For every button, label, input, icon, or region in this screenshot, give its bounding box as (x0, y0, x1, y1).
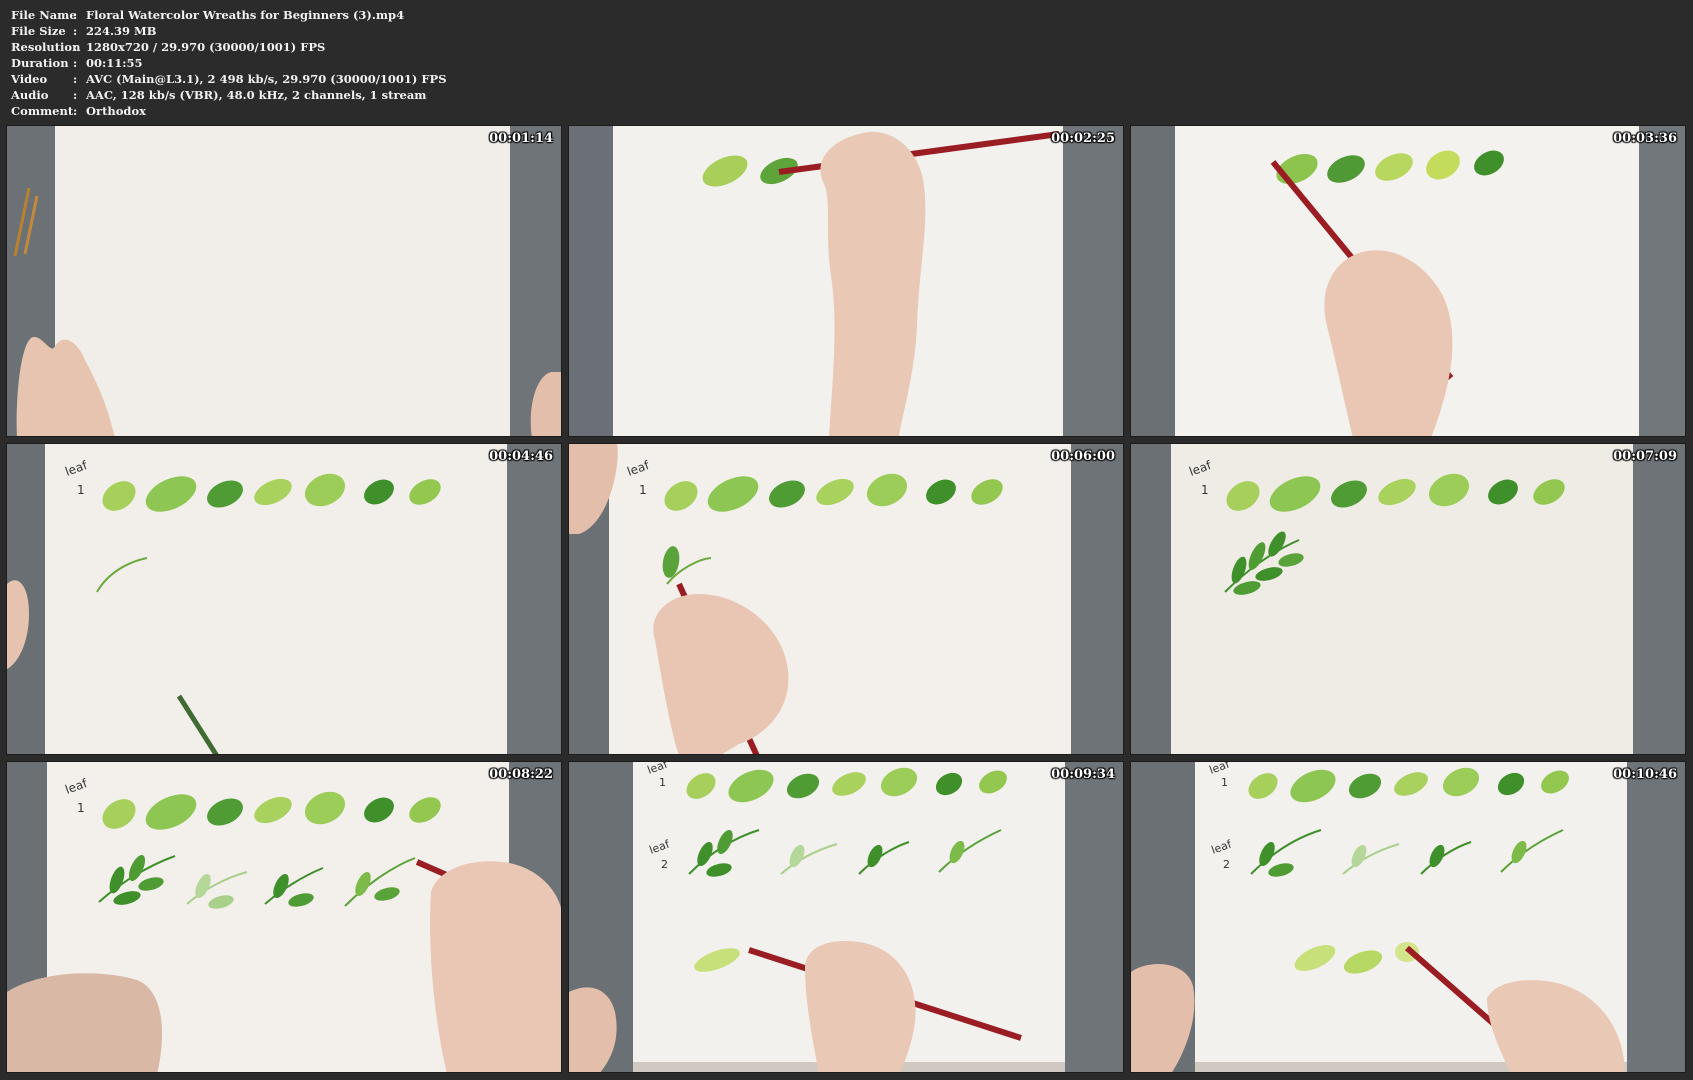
timestamp-label: 00:09:34 (1051, 767, 1115, 782)
table-right (1065, 762, 1123, 1072)
frame-scene: leaf 1 leaf 2 (1131, 762, 1685, 1072)
table-right (1633, 444, 1685, 754)
frame-scene: leaf 1 (7, 444, 561, 754)
frame-scene: leaf 1 (1131, 444, 1685, 754)
timestamp-label: 00:10:46 (1613, 767, 1677, 782)
info-key: Audio (11, 88, 49, 102)
table-right (1063, 126, 1123, 436)
handwritten-label: 1 (659, 776, 666, 789)
table-right (1639, 126, 1685, 436)
video-thumbnail[interactable]: leaf 1 00:07:09 (1130, 443, 1686, 755)
timestamp-label: 00:06:00 (1051, 449, 1115, 464)
table-right (1071, 444, 1123, 754)
video-thumbnail[interactable]: leaf 1 00:04:46 (6, 443, 562, 755)
info-key: File Name (11, 8, 77, 22)
table-left (1131, 444, 1171, 754)
handwritten-label: 2 (661, 858, 668, 871)
video-thumbnail[interactable]: leaf 1 leaf 2 00:10:46 (1130, 761, 1686, 1073)
info-row-video: Video : AVC (Main@L3.1), 2 498 kb/s, 29.… (11, 71, 447, 87)
info-separator: : (73, 56, 78, 70)
timestamp-label: 00:03:36 (1613, 131, 1677, 146)
info-value: Orthodox (86, 104, 146, 118)
file-info-panel: File Name : Floral Watercolor Wreaths fo… (11, 7, 447, 119)
video-thumbnail[interactable]: leaf 1 leaf 2 00:09:34 (568, 761, 1124, 1073)
info-row-duration: Duration : 00:11:55 (11, 55, 447, 71)
table-right (1627, 762, 1685, 1072)
timestamp-label: 00:08:22 (489, 767, 553, 782)
info-key: Resolution (11, 40, 81, 54)
frame-scene (7, 126, 561, 436)
timestamp-label: 00:02:25 (1051, 131, 1115, 146)
info-value: 1280x720 / 29.970 (30000/1001) FPS (86, 40, 326, 54)
info-separator: : (73, 72, 78, 86)
table-left (1131, 126, 1175, 436)
info-separator: : (73, 40, 78, 54)
video-thumbnail[interactable]: 00:02:25 (568, 125, 1124, 437)
handwritten-label: 1 (77, 801, 85, 815)
video-thumbnail[interactable]: 00:01:14 (6, 125, 562, 437)
info-separator: : (73, 104, 78, 118)
video-thumbnail[interactable]: leaf 1 00:06:00 (568, 443, 1124, 755)
info-row-audio: Audio : AAC, 128 kb/s (VBR), 48.0 kHz, 2… (11, 87, 447, 103)
thumbnail-grid: 00:01:14 00:02:25 00:03:36 leaf 1 00:04:… (6, 125, 1687, 1073)
hand (430, 861, 561, 1072)
video-thumbnail[interactable]: 00:03:36 (1130, 125, 1686, 437)
info-key: Duration (11, 56, 69, 70)
info-value: AAC, 128 kb/s (VBR), 48.0 kHz, 2 channel… (86, 88, 427, 102)
frame-scene (569, 126, 1123, 436)
video-thumbnail[interactable]: leaf 1 00:08:22 (6, 761, 562, 1073)
handwritten-label: 2 (1223, 858, 1230, 871)
info-value: 00:11:55 (86, 56, 143, 70)
info-key: File Size (11, 24, 66, 38)
info-value: AVC (Main@L3.1), 2 498 kb/s, 29.970 (300… (86, 72, 447, 86)
info-value: 224.39 MB (86, 24, 157, 38)
handwritten-label: 1 (639, 483, 647, 497)
info-separator: : (73, 8, 78, 22)
info-row-file-name: File Name : Floral Watercolor Wreaths fo… (11, 7, 447, 23)
frame-scene: leaf 1 leaf 2 (569, 762, 1123, 1072)
handwritten-label: 1 (1201, 483, 1209, 497)
table-left (569, 126, 613, 436)
info-row-file-size: File Size : 224.39 MB (11, 23, 447, 39)
info-key: Comment (11, 104, 74, 118)
paper (55, 126, 510, 436)
timestamp-label: 00:04:46 (489, 449, 553, 464)
info-separator: : (73, 24, 78, 38)
info-row-comment: Comment : Orthodox (11, 103, 447, 119)
info-row-resolution: Resolution : 1280x720 / 29.970 (30000/10… (11, 39, 447, 55)
info-key: Video (11, 72, 48, 86)
info-value: Floral Watercolor Wreaths for Beginners … (86, 8, 405, 22)
handwritten-label: 1 (1221, 776, 1228, 789)
handwritten-label: 1 (77, 483, 85, 497)
frame-scene: leaf 1 (569, 444, 1123, 754)
table-right (507, 444, 561, 754)
arm (7, 973, 162, 1072)
frame-scene: leaf 1 (7, 762, 561, 1072)
timestamp-label: 00:01:14 (489, 131, 553, 146)
timestamp-label: 00:07:09 (1613, 449, 1677, 464)
frame-scene (1131, 126, 1685, 436)
info-separator: : (73, 88, 78, 102)
